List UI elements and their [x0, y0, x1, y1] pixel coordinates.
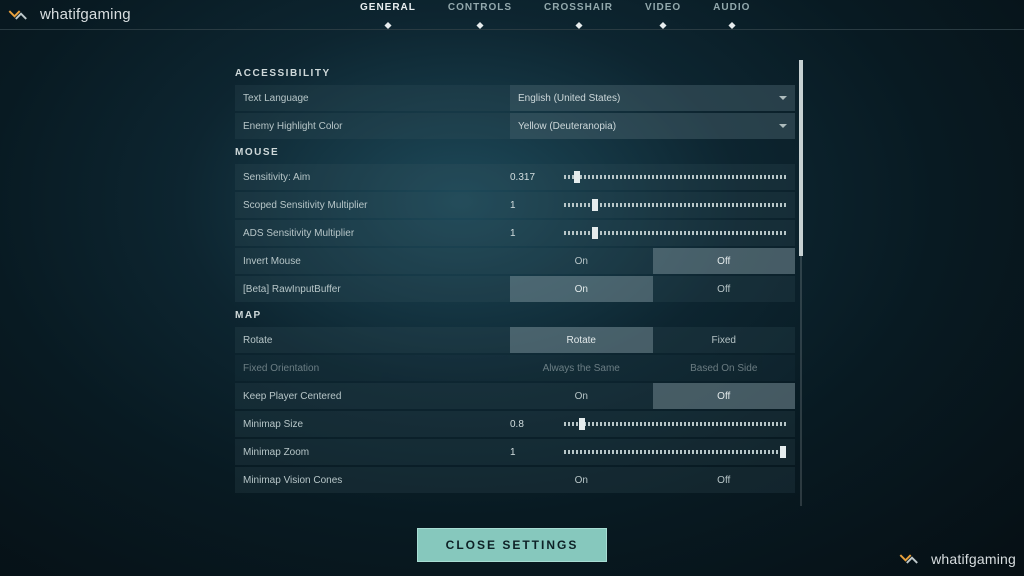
toggle-keep-centered: On Off: [510, 383, 795, 409]
label-sensitivity-aim: Sensitivity: Aim: [235, 172, 510, 183]
row-enemy-highlight: Enemy Highlight Color Yellow (Deuteranop…: [235, 113, 795, 139]
toggle-fixed-orientation: Always the Same Based On Side: [510, 355, 795, 381]
dropdown-enemy-highlight[interactable]: Yellow (Deuteranopia): [510, 113, 795, 139]
label-ads-sens: ADS Sensitivity Multiplier: [235, 228, 510, 239]
brand-logo-corner: whatifgaming: [899, 550, 1016, 568]
tab-crosshair[interactable]: CROSSHAIR: [544, 2, 613, 25]
toggle-rawinput: On Off: [510, 276, 795, 302]
row-invert-mouse: Invert Mouse On Off: [235, 248, 795, 274]
label-invert-mouse: Invert Mouse: [235, 256, 510, 267]
slider-minimap-size[interactable]: [564, 422, 787, 426]
row-rotate: Rotate Rotate Fixed: [235, 327, 795, 353]
section-mouse: MOUSE: [235, 147, 795, 158]
label-minimap-size: Minimap Size: [235, 419, 510, 430]
tab-general[interactable]: GENERAL: [360, 2, 416, 25]
toggle-vision-cones: On Off: [510, 467, 795, 493]
value-minimap-size: 0.8: [510, 419, 550, 430]
chevron-down-icon: [779, 96, 787, 100]
slider-knob[interactable]: [592, 227, 598, 239]
row-sensitivity-aim: Sensitivity: Aim 0.317: [235, 164, 795, 190]
row-ads-sens: ADS Sensitivity Multiplier 1: [235, 220, 795, 246]
toggle-fo-same: Always the Same: [510, 355, 653, 381]
settings-tabs: GENERAL CONTROLS CROSSHAIR VIDEO AUDIO: [360, 2, 750, 25]
slider-knob[interactable]: [780, 446, 786, 458]
value-ads-sens: 1: [510, 228, 550, 239]
label-keep-centered: Keep Player Centered: [235, 391, 510, 402]
row-keep-centered: Keep Player Centered On Off: [235, 383, 795, 409]
label-text-language: Text Language: [235, 93, 510, 104]
label-fixed-orientation: Fixed Orientation: [235, 363, 510, 374]
toggle-vc-on[interactable]: On: [510, 467, 653, 493]
toggle-invert-off[interactable]: Off: [653, 248, 796, 274]
toggle-rotate: Rotate Fixed: [510, 327, 795, 353]
slider-knob[interactable]: [579, 418, 585, 430]
row-fixed-orientation: Fixed Orientation Always the Same Based …: [235, 355, 795, 381]
toggle-invert-mouse: On Off: [510, 248, 795, 274]
toggle-kc-off[interactable]: Off: [653, 383, 796, 409]
value-sensitivity-aim: 0.317: [510, 172, 550, 183]
row-minimap-zoom: Minimap Zoom 1: [235, 439, 795, 465]
label-enemy-highlight: Enemy Highlight Color: [235, 121, 510, 132]
toggle-invert-on[interactable]: On: [510, 248, 653, 274]
value-scoped-sens: 1: [510, 200, 550, 211]
toggle-fo-side: Based On Side: [653, 355, 796, 381]
logo-icon: [8, 6, 34, 24]
toggle-rawinput-off[interactable]: Off: [653, 276, 796, 302]
label-rawinput: [Beta] RawInputBuffer: [235, 284, 510, 295]
dropdown-text-language-value: English (United States): [518, 93, 620, 104]
value-minimap-zoom: 1: [510, 447, 550, 458]
slider-sensitivity-aim[interactable]: [564, 175, 787, 179]
row-rawinput: [Beta] RawInputBuffer On Off: [235, 276, 795, 302]
toggle-vc-off[interactable]: Off: [653, 467, 796, 493]
label-scoped-sens: Scoped Sensitivity Multiplier: [235, 200, 510, 211]
label-rotate: Rotate: [235, 335, 510, 346]
chevron-down-icon: [779, 124, 787, 128]
toggle-rotate-fixed[interactable]: Fixed: [653, 327, 796, 353]
dropdown-enemy-highlight-value: Yellow (Deuteranopia): [518, 121, 616, 132]
scrollbar-thumb[interactable]: [799, 60, 803, 256]
dropdown-text-language[interactable]: English (United States): [510, 85, 795, 111]
row-scoped-sens: Scoped Sensitivity Multiplier 1: [235, 192, 795, 218]
section-accessibility: ACCESSIBILITY: [235, 68, 795, 79]
slider-knob[interactable]: [574, 171, 580, 183]
tab-video[interactable]: VIDEO: [645, 2, 681, 25]
logo-icon: [899, 550, 925, 568]
toggle-rawinput-on[interactable]: On: [510, 276, 653, 302]
row-minimap-size: Minimap Size 0.8: [235, 411, 795, 437]
slider-knob[interactable]: [592, 199, 598, 211]
tab-audio[interactable]: AUDIO: [713, 2, 750, 25]
row-text-language: Text Language English (United States): [235, 85, 795, 111]
label-vision-cones: Minimap Vision Cones: [235, 475, 510, 486]
slider-minimap-zoom[interactable]: [564, 450, 787, 454]
brand-logo: whatifgaming: [0, 6, 131, 24]
scrollbar[interactable]: [800, 60, 802, 506]
brand-text-corner: whatifgaming: [931, 551, 1016, 567]
toggle-kc-on[interactable]: On: [510, 383, 653, 409]
section-map: MAP: [235, 310, 795, 321]
toggle-rotate-rotate[interactable]: Rotate: [510, 327, 653, 353]
slider-ads-sens[interactable]: [564, 231, 787, 235]
label-minimap-zoom: Minimap Zoom: [235, 447, 510, 458]
close-settings-button[interactable]: CLOSE SETTINGS: [417, 528, 607, 562]
brand-text: whatifgaming: [40, 6, 131, 23]
slider-scoped-sens[interactable]: [564, 203, 787, 207]
settings-scroll-area[interactable]: ACCESSIBILITY Text Language English (Uni…: [235, 60, 795, 516]
row-vision-cones: Minimap Vision Cones On Off: [235, 467, 795, 493]
tab-controls[interactable]: CONTROLS: [448, 2, 512, 25]
